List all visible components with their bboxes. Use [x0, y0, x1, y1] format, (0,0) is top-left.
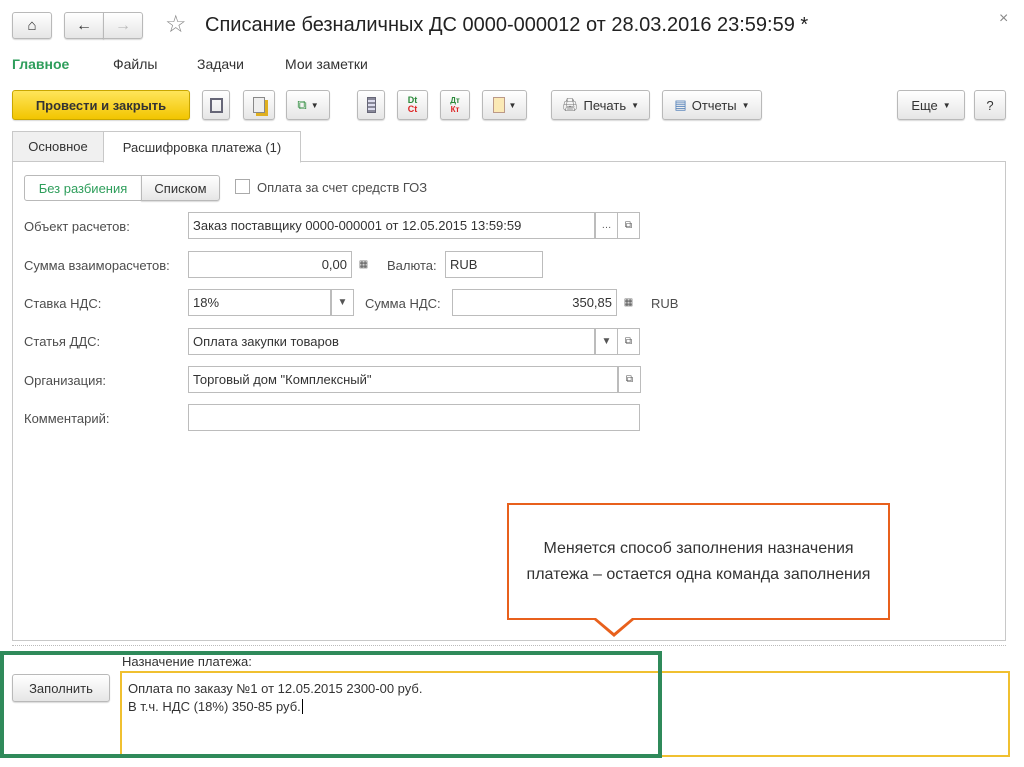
dropdown-icon[interactable]: ▼ [595, 328, 618, 355]
callout-arrow-inner [596, 618, 632, 633]
floppy-icon [209, 97, 223, 113]
calculator-icon[interactable]: ▦ [352, 251, 375, 278]
nav-files[interactable]: Файлы [113, 56, 157, 72]
arrow-right-icon: → [115, 16, 131, 34]
open-icon[interactable]: ⧉ [617, 212, 640, 239]
dt-ct-button[interactable]: Dt Ct [397, 90, 428, 120]
organization-field[interactable]: Торговый дом "Комплексный" ⧉ [188, 366, 641, 393]
window-title: Списание безналичных ДС 0000-000012 от 2… [205, 14, 809, 36]
chevron-down-icon: ▼ [508, 100, 517, 110]
highlight-green-frame [0, 651, 662, 758]
comment-label: Комментарий: [24, 411, 110, 426]
report-chart-icon: ▤ [674, 97, 687, 112]
create-based-on-button[interactable]: ⧉ ▼ [286, 90, 330, 120]
settlement-sum-field[interactable]: 0,00 ▦ [188, 251, 375, 278]
settlement-sum-label: Сумма взаиморасчетов: [24, 258, 170, 273]
dk-icon: Дт [450, 96, 460, 105]
mode-list[interactable]: Списком [141, 175, 220, 201]
document-post-icon [253, 97, 265, 113]
close-icon[interactable]: × [999, 10, 1008, 28]
currency-field[interactable]: RUB [445, 251, 543, 278]
goz-label: Оплата за счет средств ГОЗ [257, 180, 428, 195]
callout-text: Меняется способ заполнения назначения пл… [526, 539, 871, 583]
chevron-down-icon: ▼ [310, 100, 319, 110]
home-button[interactable]: ⌂ [12, 12, 52, 39]
document-gear-icon [492, 97, 505, 113]
divider [12, 645, 1006, 646]
post-button[interactable] [243, 90, 275, 120]
arrow-left-icon: ← [76, 16, 92, 34]
list-button[interactable] [357, 90, 385, 120]
vat-sum-label: Сумма НДС: [365, 296, 441, 311]
dk-button[interactable]: Дт Кт [440, 90, 470, 120]
cash-item-field[interactable]: Оплата закупки товаров ▼ ⧉ [188, 328, 640, 355]
copy-green-icon: ⧉ [297, 97, 307, 112]
tab-payment-breakdown[interactable]: Расшифровка платежа (1) [103, 131, 301, 163]
star-icon[interactable]: ☆ [165, 10, 187, 39]
post-and-close-button[interactable]: Провести и закрыть [12, 90, 190, 120]
calculator-icon[interactable]: ▦ [617, 289, 640, 316]
open-icon[interactable]: ⧉ [618, 366, 641, 393]
organization-label: Организация: [24, 373, 107, 388]
settlement-object-label: Объект расчетов: [24, 219, 130, 234]
callout-box: Меняется способ заполнения назначения пл… [507, 503, 890, 620]
settlement-object-field[interactable]: Заказ поставщику 0000-000001 от 12.05.20… [188, 212, 640, 239]
vat-currency: RUB [651, 296, 679, 311]
vat-sum-field[interactable]: 350,85 ▦ [452, 289, 640, 316]
reports-button[interactable]: ▤ Отчеты ▼ [662, 90, 762, 120]
goz-checkbox[interactable] [235, 179, 250, 194]
mode-no-split[interactable]: Без разбиения [24, 175, 142, 201]
currency-label: Валюта: [387, 258, 437, 273]
dropdown-icon[interactable]: ▼ [331, 289, 354, 316]
list-icon [366, 97, 376, 113]
tab-main[interactable]: Основное [12, 131, 104, 162]
chevron-down-icon: ▼ [942, 100, 951, 110]
printer-icon: 🖨 [561, 97, 579, 112]
attachments-button[interactable]: ▼ [482, 90, 527, 120]
select-button[interactable]: … [595, 212, 618, 239]
cash-item-label: Статья ДДС: [24, 334, 101, 349]
back-button[interactable]: ← [64, 12, 104, 39]
vat-rate-field[interactable]: 18% ▼ [188, 289, 354, 316]
save-button[interactable] [202, 90, 230, 120]
forward-button[interactable]: → [103, 12, 143, 39]
help-button[interactable]: ? [974, 90, 1006, 120]
vat-rate-label: Ставка НДС: [24, 296, 102, 311]
nav-tasks[interactable]: Задачи [197, 56, 244, 72]
home-icon: ⌂ [27, 17, 37, 34]
nav-notes[interactable]: Мои заметки [285, 56, 368, 72]
comment-field[interactable] [188, 404, 640, 431]
chevron-down-icon: ▼ [741, 100, 750, 110]
open-icon[interactable]: ⧉ [617, 328, 640, 355]
more-button[interactable]: Еще ▼ [897, 90, 965, 120]
chevron-down-icon: ▼ [631, 100, 640, 110]
nav-main[interactable]: Главное [12, 56, 69, 72]
print-button[interactable]: 🖨 Печать ▼ [551, 90, 650, 120]
